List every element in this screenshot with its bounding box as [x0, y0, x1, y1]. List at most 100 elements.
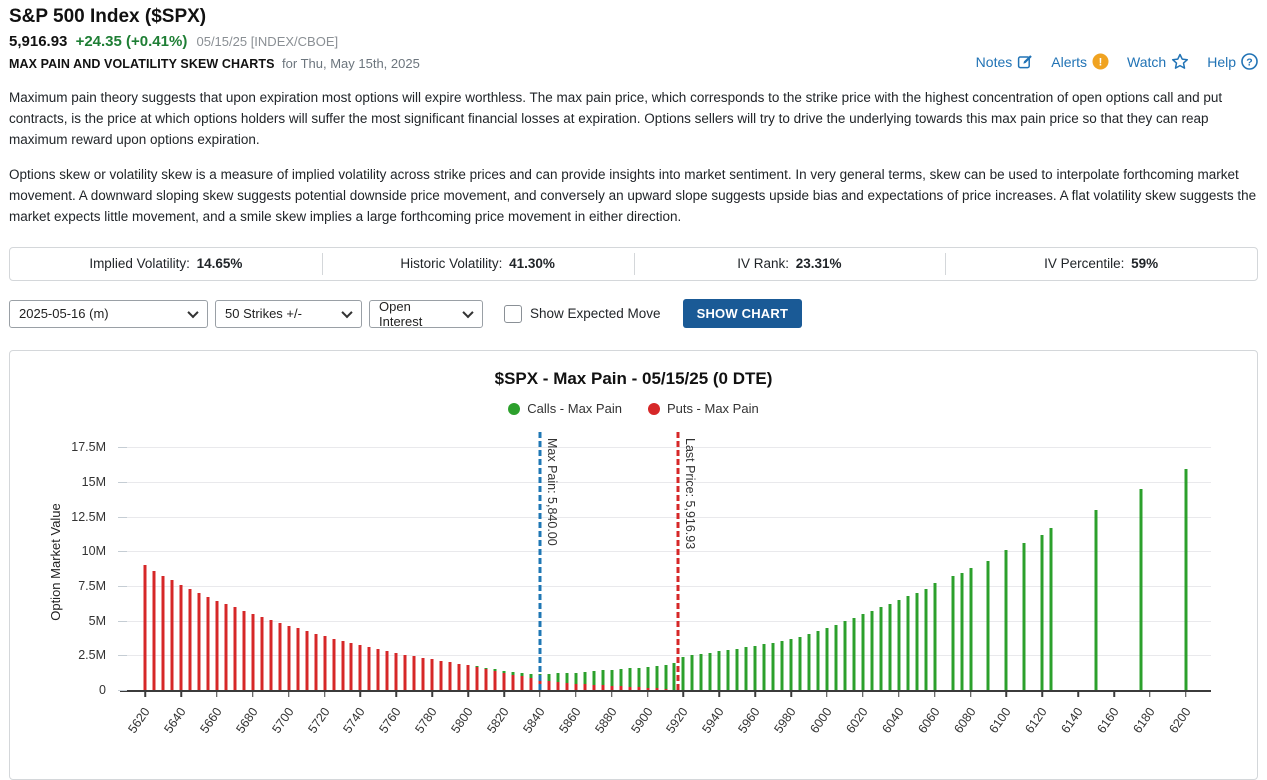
put-bar-5670 [233, 607, 236, 690]
svg-text:?: ? [1246, 56, 1252, 68]
x-tick-label: 6100 [975, 705, 1014, 752]
section-date: for Thu, May 15th, 2025 [282, 56, 420, 71]
chart-controls: 2025-05-16 (m) 50 Strikes +/- Open Inter… [9, 299, 1258, 328]
x-tick-label: 5860 [544, 705, 583, 752]
call-bar-5930 [700, 654, 703, 690]
x-tick [1042, 690, 1044, 697]
expiration-select[interactable]: 2025-05-16 (m) [9, 300, 208, 328]
stat-value: 41.30% [509, 256, 555, 271]
call-bar-5970 [772, 643, 775, 690]
put-bar-5720 [323, 636, 326, 690]
y-tick-label: 15M [82, 475, 106, 489]
alerts-link[interactable]: Alerts ! [1051, 53, 1109, 70]
call-bar-6200 [1184, 469, 1187, 690]
x-tick [396, 690, 398, 697]
put-bar-5775 [422, 658, 425, 690]
call-bar-5960 [754, 646, 757, 690]
call-bar-6050 [915, 593, 918, 690]
put-bar-5650 [197, 593, 200, 690]
call-bar-5830 [520, 673, 523, 676]
put-bar-5630 [162, 576, 165, 690]
y-tick-label: 2.5M [78, 648, 106, 662]
call-bar-6035 [888, 604, 891, 690]
strikes-select[interactable]: 50 Strikes +/- [215, 300, 362, 328]
x-tick-label: 5820 [473, 705, 512, 752]
call-bar-6025 [870, 611, 873, 690]
put-bar-5850 [556, 682, 559, 690]
x-tick [1149, 690, 1151, 697]
x-tick [1113, 690, 1115, 697]
gridline [120, 621, 1211, 622]
x-tick-label: 6060 [903, 705, 942, 752]
show-chart-button[interactable]: SHOW CHART [683, 299, 803, 328]
stat-iv-rank: IV Rank: 23.31% [634, 248, 946, 280]
notes-icon [1017, 54, 1033, 70]
help-link-label: Help [1207, 54, 1236, 70]
plot-area-wrapper: Option Market Value 02.5M5M7.5M10M12.5M1… [120, 432, 1211, 692]
y-tick-mark [118, 690, 127, 691]
put-bar-5710 [305, 631, 308, 690]
x-tick [324, 690, 326, 697]
call-bar-6020 [861, 614, 864, 690]
plot-area: 02.5M5M7.5M10M12.5M15M17.5M5620564056605… [120, 432, 1211, 692]
call-bar-5865 [583, 672, 586, 684]
put-bar-5665 [224, 604, 227, 690]
y-tick-mark [118, 621, 127, 622]
x-tick [360, 690, 362, 697]
x-tick-label: 6020 [832, 705, 871, 752]
price-line: 5,916.93 +24.35 (+0.41%) 05/15/25 [INDEX… [9, 33, 420, 50]
stat-label: IV Percentile: [1044, 256, 1124, 271]
call-bar-6100 [1005, 550, 1008, 690]
put-bar-5695 [278, 623, 281, 690]
stat-label: Historic Volatility: [400, 256, 502, 271]
y-tick-mark [118, 655, 127, 656]
section-line: MAX PAIN AND VOLATILITY SKEW CHARTS for … [9, 56, 420, 71]
put-bar-5660 [215, 601, 218, 690]
x-tick [431, 690, 433, 697]
gridline [120, 447, 1211, 448]
page-title: S&P 500 Index ($SPX) [9, 6, 420, 28]
y-tick-label: 7.5M [78, 579, 106, 593]
y-tick-label: 17.5M [71, 440, 106, 454]
legend-puts[interactable]: Puts - Max Pain [648, 401, 759, 416]
put-bar-5725 [332, 639, 335, 690]
put-bar-5830 [520, 676, 523, 690]
stat-iv-percentile: IV Percentile: 59% [945, 248, 1257, 280]
put-bar-5730 [341, 641, 344, 690]
x-tick-label: 6000 [796, 705, 835, 752]
legend-calls[interactable]: Calls - Max Pain [508, 401, 622, 416]
x-tick-label: 5900 [616, 705, 655, 752]
call-bar-5855 [565, 673, 568, 683]
call-bar-5940 [718, 651, 721, 690]
x-tick-label: 5760 [365, 705, 404, 752]
put-bar-5635 [171, 580, 174, 690]
section-title: MAX PAIN AND VOLATILITY SKEW CHARTS [9, 57, 275, 71]
x-tick [862, 690, 864, 697]
call-bar-5975 [781, 641, 784, 690]
help-link[interactable]: Help ? [1207, 53, 1258, 70]
y-tick-mark [118, 482, 127, 483]
call-bar-6110 [1023, 543, 1026, 690]
call-bar-6030 [879, 607, 882, 690]
x-tick-label: 5840 [509, 705, 548, 752]
put-bar-5865 [583, 684, 586, 690]
call-bar-6060 [933, 583, 936, 690]
stat-historic-volatility: Historic Volatility: 41.30% [322, 248, 634, 280]
stat-value: 59% [1131, 256, 1158, 271]
metric-select[interactable]: Open Interest [369, 300, 483, 328]
x-tick [683, 690, 685, 697]
notes-link[interactable]: Notes [976, 54, 1034, 70]
expected-move-checkbox[interactable] [504, 305, 522, 323]
y-tick-label: 12.5M [71, 510, 106, 524]
expected-move-toggle[interactable]: Show Expected Move [504, 305, 661, 323]
call-bar-6175 [1140, 489, 1143, 690]
call-bar-6040 [897, 600, 900, 690]
y-tick-label: 0 [99, 683, 106, 697]
chevron-down-icon [462, 306, 473, 317]
x-tick-label: 5740 [329, 705, 368, 752]
legend-calls-label: Calls - Max Pain [527, 401, 622, 416]
x-tick-label: 6080 [939, 705, 978, 752]
watch-link[interactable]: Watch [1127, 53, 1189, 70]
put-bar-5855 [565, 683, 568, 690]
max-pain-description: Maximum pain theory suggests that upon e… [9, 87, 1258, 150]
